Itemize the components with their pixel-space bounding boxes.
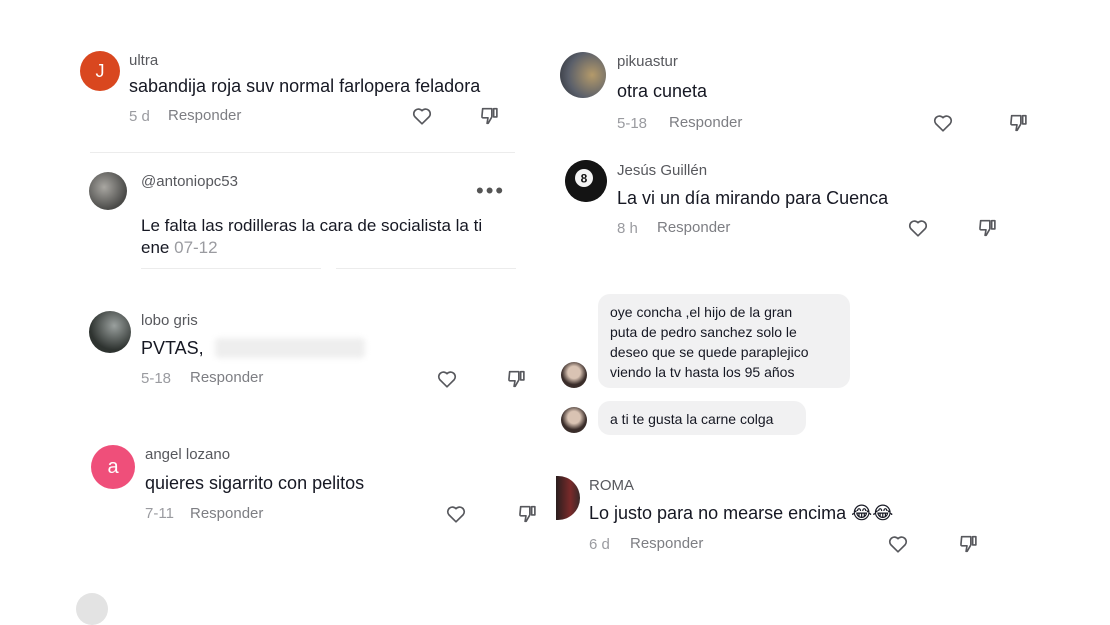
avatar[interactable]: a — [91, 445, 135, 489]
avatar[interactable] — [89, 311, 131, 353]
reply-button[interactable]: Responder — [190, 505, 263, 522]
avatar[interactable] — [89, 172, 127, 210]
comment-text-body: Lo justo para no mearse encima — [589, 503, 847, 523]
dislike-icon[interactable] — [1008, 112, 1030, 134]
comment-inline-date: 07-12 — [174, 238, 218, 257]
dislike-icon[interactable] — [958, 533, 980, 555]
comment-time: 5 d — [129, 108, 150, 125]
comment-text-line2: ene 07-12 — [141, 238, 218, 258]
comment-username[interactable]: Jesús Guillén — [617, 162, 707, 179]
divider — [336, 268, 516, 269]
comment-text: otra cuneta — [617, 81, 708, 101]
comment-username[interactable]: ultra — [129, 52, 158, 69]
comment-username[interactable]: ROMA — [589, 477, 634, 494]
comment-text: quieres sigarrito con pelitos — [145, 473, 365, 493]
comment-text-line1: Le falta las rodilleras la cara de socia… — [141, 216, 483, 235]
more-options-icon[interactable]: ••• — [476, 178, 505, 204]
redacted-text — [215, 338, 365, 358]
message-line: oye concha ,el hijo de la gran — [610, 304, 793, 320]
divider — [141, 268, 321, 269]
comment-username[interactable]: pikuastur — [617, 53, 678, 70]
laughing-emoji-icon: 😂😂 — [851, 503, 894, 524]
reply-button[interactable]: Responder — [669, 114, 742, 131]
avatar[interactable]: J — [80, 51, 120, 91]
divider — [90, 152, 515, 153]
heart-icon[interactable] — [411, 105, 433, 127]
comment-text: PVTAS, — [141, 338, 204, 358]
heart-icon[interactable] — [436, 368, 458, 390]
heart-icon[interactable] — [932, 112, 954, 134]
comment-time: 5-18 — [617, 115, 648, 132]
reply-button[interactable]: Responder — [190, 369, 263, 386]
message-line: deseo que se quede paraplejico — [610, 344, 809, 360]
dislike-icon[interactable] — [977, 217, 999, 239]
comment-time: 5-18 — [141, 370, 172, 387]
avatar[interactable] — [561, 407, 587, 433]
dislike-icon[interactable] — [479, 105, 501, 127]
message-bubble: oye concha ,el hijo de la gran puta de p… — [598, 294, 850, 388]
comment-text: La vi un día mirando para Cuenca — [617, 188, 889, 208]
svg-text:8: 8 — [581, 172, 588, 186]
avatar-letter: J — [95, 60, 105, 81]
eight-ball-icon: 8 — [565, 160, 607, 202]
message-line: viendo la tv hasta los 95 años — [610, 364, 795, 380]
avatar[interactable] — [556, 476, 580, 520]
comment-username[interactable]: angel lozano — [145, 446, 230, 463]
avatar[interactable] — [560, 52, 606, 98]
heart-icon[interactable] — [445, 503, 467, 525]
comment-username[interactable]: lobo gris — [141, 312, 198, 329]
comment-text: sabandija roja suv normal farlopera fela… — [129, 76, 481, 96]
heart-icon[interactable] — [887, 533, 909, 555]
comment-time: 8 h — [617, 220, 638, 237]
comment-time: 7-11 — [145, 505, 174, 522]
message-line: puta de pedro sanchez solo le — [610, 324, 797, 340]
dislike-icon[interactable] — [506, 368, 528, 390]
comment-text-line2-text: ene — [141, 238, 170, 257]
avatar — [76, 593, 108, 625]
comment-time: 6 d — [589, 536, 610, 553]
avatar[interactable]: 8 — [565, 160, 607, 202]
reply-button[interactable]: Responder — [630, 535, 703, 552]
avatar-letter: a — [107, 455, 119, 478]
avatar[interactable] — [561, 362, 587, 388]
message-line: a ti te gusta la carne colga — [610, 411, 774, 427]
comment-text: Lo justo para no mearse encima 😂😂 — [589, 503, 893, 524]
reply-button[interactable]: Responder — [657, 219, 730, 236]
reply-button[interactable]: Responder — [168, 107, 241, 124]
heart-icon[interactable] — [907, 217, 929, 239]
message-bubble: a ti te gusta la carne colga — [598, 401, 806, 435]
dislike-icon[interactable] — [517, 503, 539, 525]
comment-username[interactable]: @antoniopc53 — [141, 173, 238, 190]
